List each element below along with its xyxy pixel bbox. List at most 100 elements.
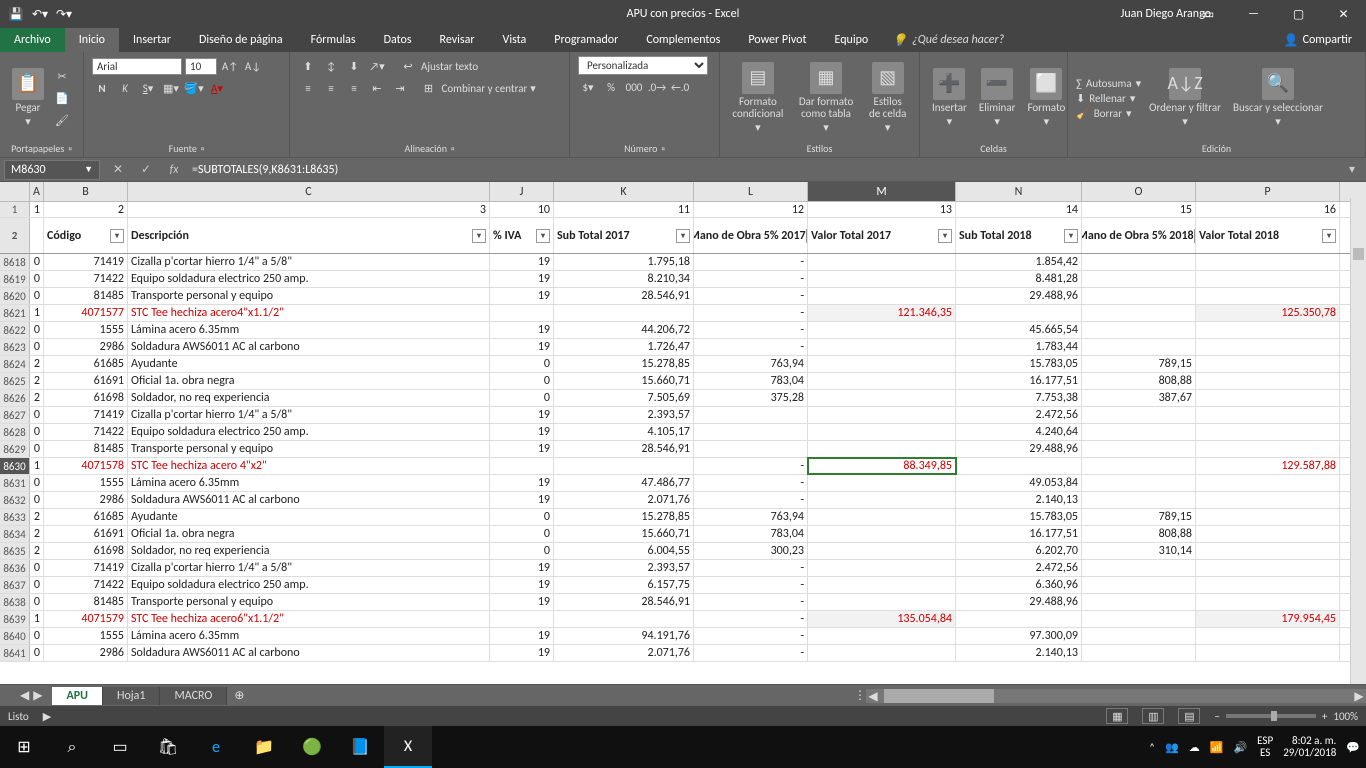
prev-sheet-icon[interactable]: ◀ (20, 688, 29, 703)
cell[interactable]: 19 (490, 560, 554, 576)
vertical-scrollbar[interactable] (1350, 198, 1366, 684)
cell[interactable] (1196, 424, 1340, 440)
tab-formulas[interactable]: Fórmulas (297, 28, 370, 52)
cell-styles-button[interactable]: ▧Estilos de celda▾ (864, 60, 911, 136)
cell[interactable] (1082, 645, 1196, 661)
cell[interactable]: 808,88 (1082, 526, 1196, 542)
cell[interactable]: 61691 (44, 373, 128, 389)
cell[interactable] (1082, 305, 1196, 321)
italic-icon[interactable]: K (115, 78, 135, 98)
page-break-view-icon[interactable]: ▤ (1178, 708, 1200, 724)
cell[interactable]: 71419 (44, 560, 128, 576)
cell[interactable]: 19 (490, 322, 554, 338)
row-header[interactable]: 8628 (0, 424, 30, 440)
cell[interactable]: Valor Total 2017▾ (808, 218, 956, 253)
cell[interactable]: 2986 (44, 492, 128, 508)
cell[interactable]: 808,88 (1082, 373, 1196, 389)
cell[interactable]: 1 (30, 458, 44, 474)
increase-indent-icon[interactable]: ⇥ (390, 78, 410, 98)
cell[interactable]: 789,15 (1082, 356, 1196, 372)
cell[interactable]: 97.300,09 (956, 628, 1082, 644)
cell[interactable] (808, 356, 956, 372)
cell[interactable]: 81485 (44, 288, 128, 304)
cell[interactable]: 783,04 (694, 526, 808, 542)
sheet-tab[interactable]: Hoja1 (103, 687, 161, 705)
align-right-icon[interactable]: ≡ (344, 78, 364, 98)
cell[interactable]: Cizalla p'cortar hierro 1/4" a 5/8" (128, 254, 490, 270)
cell[interactable] (808, 288, 956, 304)
cell[interactable]: 81485 (44, 594, 128, 610)
row-header[interactable]: 8620 (0, 288, 30, 304)
clear-button[interactable]: 🧹 Borrar ▾ (1076, 107, 1132, 120)
cell[interactable]: Soldadura AWS6011 AC al carbono (128, 645, 490, 661)
increase-font-icon[interactable]: A↑ (220, 56, 240, 76)
cell[interactable] (1196, 288, 1340, 304)
tab-complementos[interactable]: Complementos (632, 28, 734, 52)
search-icon[interactable]: ⌕ (48, 726, 96, 768)
cell[interactable]: 15.783,05 (956, 509, 1082, 525)
cell[interactable]: 19 (490, 594, 554, 610)
cell[interactable]: 71422 (44, 577, 128, 593)
cell[interactable]: 15.278,85 (554, 509, 694, 525)
delete-cells-button[interactable]: ➖Eliminar▾ (975, 66, 1020, 130)
row-header[interactable]: 8623 (0, 339, 30, 355)
cell[interactable]: 61698 (44, 543, 128, 559)
page-layout-view-icon[interactable]: ▥ (1142, 708, 1164, 724)
align-bottom-icon[interactable]: ⬇ (344, 56, 364, 76)
cell[interactable]: Soldador, no req experiencia (128, 390, 490, 406)
row-header[interactable]: 8624 (0, 356, 30, 372)
cell[interactable] (1196, 543, 1340, 559)
underline-icon[interactable]: S▾ (138, 78, 158, 98)
cell[interactable]: 0 (30, 594, 44, 610)
cell[interactable] (1196, 509, 1340, 525)
cell[interactable] (808, 390, 956, 406)
select-all-corner[interactable] (0, 182, 30, 201)
row-header[interactable]: 8621 (0, 305, 30, 321)
cell[interactable] (30, 218, 44, 253)
cell[interactable]: 81485 (44, 441, 128, 457)
cell[interactable]: 19 (490, 288, 554, 304)
cell[interactable]: 1.854,42 (956, 254, 1082, 270)
tab-file[interactable]: Archivo (0, 28, 65, 52)
cell[interactable]: 71419 (44, 254, 128, 270)
store-icon[interactable]: 🛍 (144, 726, 192, 768)
cell[interactable]: 19 (490, 628, 554, 644)
ribbon-options-icon[interactable]: ▭ (1186, 0, 1231, 28)
cell[interactable] (1196, 560, 1340, 576)
volume-icon[interactable]: 🔊 (1233, 741, 1247, 754)
merge-center-button[interactable]: Combinar y centrar (442, 82, 528, 95)
percent-icon[interactable]: % (601, 77, 621, 97)
conditional-format-button[interactable]: ▤Formato condicional▾ (728, 60, 788, 136)
excel-icon[interactable]: X (384, 726, 432, 768)
cell[interactable]: Soldadura AWS6011 AC al carbono (128, 492, 490, 508)
cell[interactable] (1196, 645, 1340, 661)
cell[interactable] (808, 560, 956, 576)
zoom-slider[interactable] (1226, 714, 1316, 718)
cell[interactable]: Sub Total 2018▾ (956, 218, 1082, 253)
cell[interactable]: Ayudante (128, 356, 490, 372)
tab-diseno[interactable]: Diseño de página (185, 28, 297, 52)
cell[interactable] (1196, 356, 1340, 372)
redo-icon[interactable]: ↷▾ (56, 6, 72, 22)
copy-icon[interactable]: 📄 (52, 88, 72, 108)
cell[interactable]: 300,23 (694, 543, 808, 559)
col-header[interactable]: A (30, 182, 44, 201)
cell[interactable]: 6.360,96 (956, 577, 1082, 593)
scroll-right-icon[interactable]: ▶ (1352, 689, 1366, 703)
cell[interactable]: STC Tee hechiza acero6"x1.1/2" (128, 611, 490, 627)
cell[interactable]: 6.004,55 (554, 543, 694, 559)
minimize-icon[interactable]: — (1231, 0, 1276, 28)
app-icon[interactable]: 📘 (336, 726, 384, 768)
language-indicator[interactable]: ESPES (1257, 735, 1273, 759)
cell[interactable] (554, 611, 694, 627)
col-header[interactable]: C (128, 182, 490, 201)
cell[interactable]: 28.546,91 (554, 594, 694, 610)
cell[interactable]: 1555 (44, 628, 128, 644)
cell[interactable]: 13 (808, 202, 956, 217)
cell[interactable]: 61685 (44, 356, 128, 372)
increase-decimal-icon[interactable]: .0→ (647, 77, 667, 97)
cell[interactable]: 94.191,76 (554, 628, 694, 644)
cell[interactable] (490, 611, 554, 627)
cell[interactable]: 0 (30, 475, 44, 491)
cell[interactable]: 7.753,38 (956, 390, 1082, 406)
